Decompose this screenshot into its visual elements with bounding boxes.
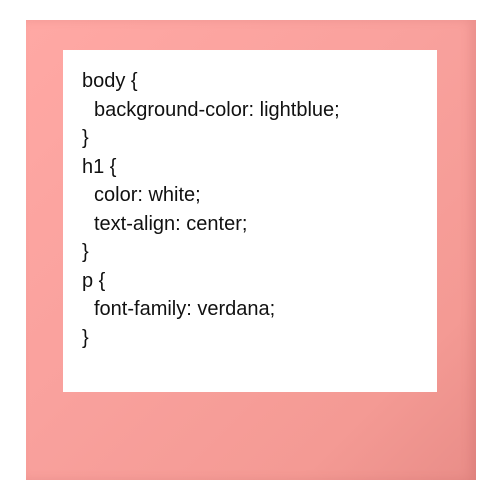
code-line-p-close: } — [82, 326, 89, 349]
code-line-h1-open: h1 { — [82, 155, 117, 178]
code-line-h1-close: } — [82, 241, 89, 263]
code-line-font-family: font-family: verdana; — [94, 298, 276, 320]
code-card: body { background-color: lightblue; } h1… — [63, 50, 437, 392]
code-line-p-open: p { — [82, 269, 106, 292]
code-line-text-align: text-align: center; — [94, 212, 248, 235]
code-line-color: color: white; — [94, 184, 201, 206]
code-line-body-open: body { — [82, 70, 138, 92]
code-line-body-close: } — [82, 127, 89, 149]
code-line-background-color: background-color: lightblue; — [94, 98, 340, 121]
